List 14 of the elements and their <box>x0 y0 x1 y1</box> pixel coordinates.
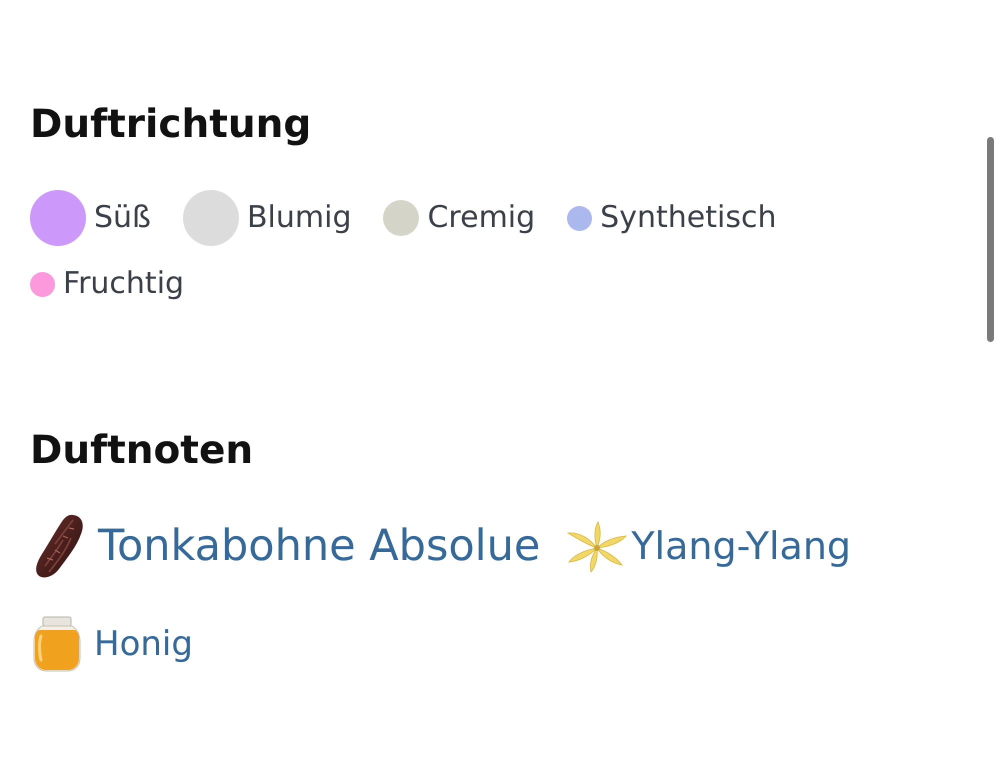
accord-label: Synthetisch <box>600 200 776 236</box>
scrollbar[interactable] <box>987 137 994 342</box>
accord-label: Süß <box>94 200 151 236</box>
bean-icon <box>35 514 85 580</box>
flower-icon <box>566 521 628 573</box>
accord-label: Cremig <box>427 200 536 236</box>
note-link[interactable]: Tonkabohne Absolue <box>98 521 540 573</box>
accord-label: Fruchtig <box>63 266 184 302</box>
accord-label: Blumig <box>246 200 352 236</box>
section-heading: Duftrichtung <box>30 101 312 148</box>
honey-jar-icon <box>33 616 81 672</box>
section-heading: Duftnoten <box>30 427 254 474</box>
note-link[interactable]: Ylang-Ylang <box>631 524 852 570</box>
note-link[interactable]: Honig <box>94 624 193 664</box>
